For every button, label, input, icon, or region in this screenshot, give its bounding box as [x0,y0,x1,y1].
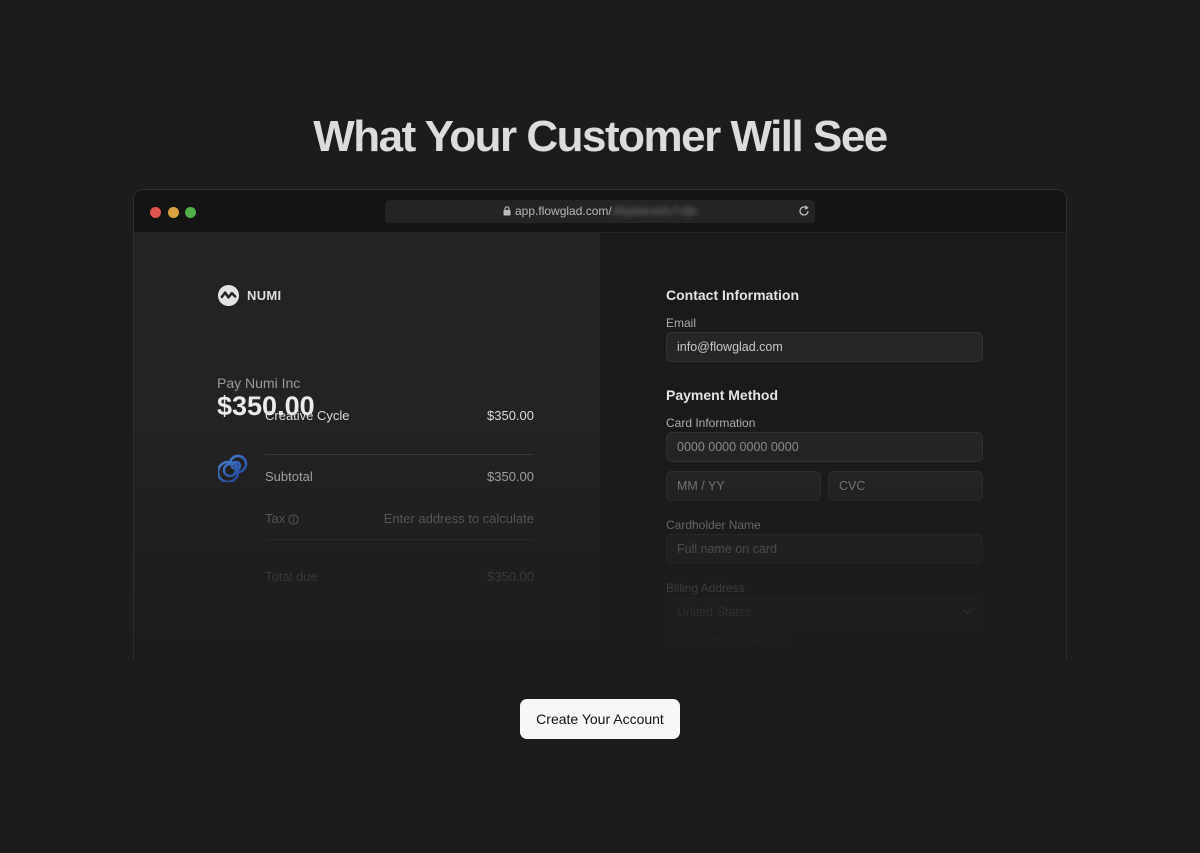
merchant-logo-text: NUMI [247,287,282,303]
payment-method-heading: Payment Method [666,387,779,403]
create-account-button[interactable]: Create Your Account [520,699,680,739]
pay-merchant-label: Pay Numi Inc [217,375,301,391]
billing-address-label: Billing Address [666,581,745,595]
checkout-form-panel: Contact Information Email info@flowglad.… [600,233,1066,659]
reload-icon[interactable] [798,205,810,217]
browser-window: app.flowglad.com/dfkjdbksbfs7sfjb NUMI P… [133,189,1067,659]
country-select-value: United States [677,605,753,619]
chevron-down-icon [962,609,972,615]
tax-label: Tax [265,511,286,526]
email-field[interactable]: info@flowglad.com [666,332,983,362]
browser-titlebar: app.flowglad.com/dfkjdbksbfs7sfjb [134,190,1066,233]
order-summary-panel: NUMI Pay Numi Inc $350.00 Creative Cycle… [134,233,600,659]
subtotal-value: $350.00 [487,469,534,484]
page-headline: What Your Customer Will See [313,112,888,161]
card-information-label: Card Information [666,416,756,430]
line-item-price: $350.00 [487,408,534,423]
spiral-product-icon [218,454,248,482]
summary-divider [265,539,534,540]
close-window-dot[interactable] [150,207,161,218]
cardholder-name-label: Cardholder Name [666,518,761,532]
lock-icon [503,206,511,216]
cvc-input[interactable]: CVC [828,471,983,501]
enter-address-manually-link[interactable]: Enter address manually [666,634,792,648]
info-icon[interactable] [288,514,299,525]
expiry-input[interactable]: MM / YY [666,471,821,501]
address-bar[interactable]: app.flowglad.com/dfkjdbksbfs7sfjb [385,200,815,223]
subtotal-label: Subtotal [265,469,313,484]
country-select[interactable]: United States [666,597,983,627]
line-item-name: Creative Cycle [265,408,350,423]
card-number-input[interactable]: 0000 0000 0000 0000 [666,432,983,462]
url-path-blurred: dfkjdbksbfs7sfjb [611,204,698,218]
url-domain: app.flowglad.com/ [515,204,612,218]
summary-divider [265,454,534,455]
minimize-window-dot[interactable] [168,207,179,218]
contact-info-heading: Contact Information [666,287,799,303]
total-due-value: $350.00 [487,569,534,584]
cardholder-name-input[interactable]: Full name on card [666,534,983,564]
numi-logo-icon [217,284,240,306]
tax-value: Enter address to calculate [383,511,534,526]
merchant-logo: NUMI [217,283,281,307]
email-label: Email [666,316,697,330]
total-due-label: Total due [265,569,318,584]
maximize-window-dot[interactable] [185,207,196,218]
